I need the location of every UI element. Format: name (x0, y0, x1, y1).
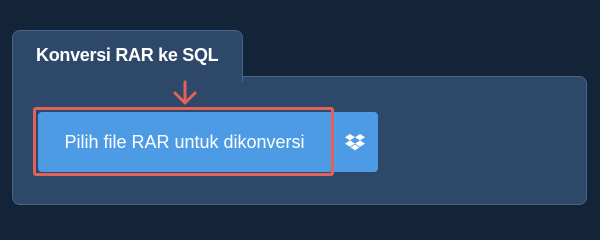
dropbox-button[interactable] (331, 112, 378, 172)
down-arrow-icon (173, 80, 197, 105)
converter-widget: Konversi RAR ke SQL Pilih file RAR untuk… (0, 0, 600, 230)
tab-title: Konversi RAR ke SQL (36, 45, 219, 65)
dropbox-icon (344, 134, 365, 151)
tab-panel-join (13, 70, 242, 80)
choose-file-button[interactable]: Pilih file RAR untuk dikonversi (38, 112, 331, 172)
